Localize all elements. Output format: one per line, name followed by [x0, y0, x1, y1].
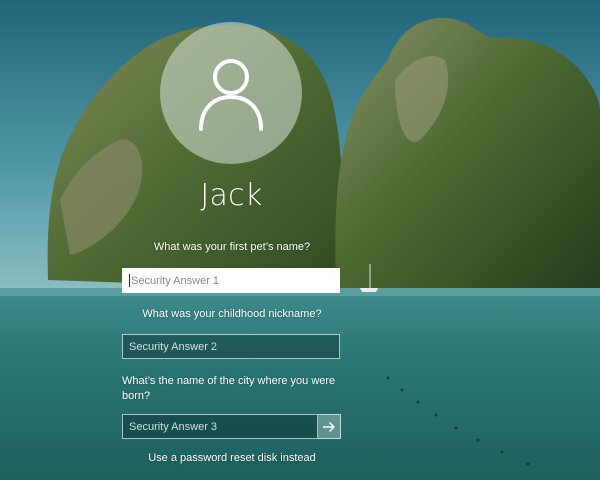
user-silhouette-icon — [199, 59, 263, 131]
security-answer-1-placeholder: Security Answer 1 — [131, 274, 220, 287]
password-reset-disk-link[interactable]: Use a password reset disk instead — [122, 452, 342, 464]
security-answer-3-input[interactable]: Security Answer 3 — [122, 414, 318, 439]
security-answer-3-placeholder: Security Answer 3 — [129, 420, 218, 433]
security-question-2: What was your childhood nickname? — [142, 308, 322, 320]
user-avatar — [160, 22, 302, 164]
user-name: Jack — [200, 178, 263, 213]
security-answer-2-input[interactable]: Security Answer 2 — [122, 334, 340, 359]
text-caret — [129, 274, 130, 287]
security-answer-2-placeholder: Security Answer 2 — [129, 340, 218, 353]
security-question-3: What’s the name of the city where you we… — [122, 375, 336, 402]
lock-screen-reset-panel: Jack What was your first pet’s name? Sec… — [0, 0, 600, 480]
submit-button[interactable] — [318, 414, 341, 439]
security-question-1: What was your first pet’s name? — [153, 241, 311, 253]
arrow-right-icon — [323, 421, 335, 432]
security-answer-1-input[interactable]: Security Answer 1 — [122, 268, 340, 293]
